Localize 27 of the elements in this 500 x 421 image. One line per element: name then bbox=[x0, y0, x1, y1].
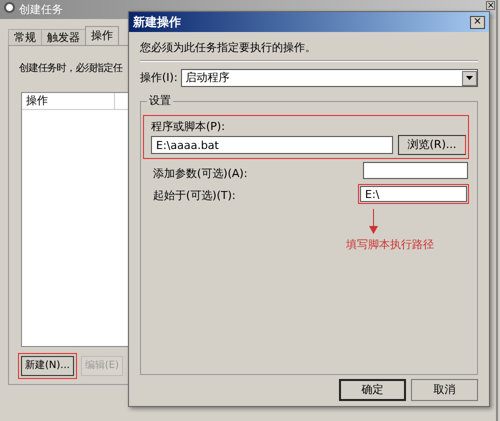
dialog-title: 新建操作 bbox=[133, 14, 181, 31]
window-title: 创建任务 bbox=[19, 2, 63, 18]
button[interactable]: 取消 bbox=[411, 379, 478, 401]
program-field[interactable]: E:\aaaa.bat bbox=[151, 136, 393, 154]
clock-icon bbox=[4, 2, 15, 13]
field-label: 添加参数(可选)(A): bbox=[153, 166, 248, 182]
close-button[interactable]: × bbox=[486, 1, 495, 10]
tab[interactable]: 操作 bbox=[85, 26, 119, 45]
dropdown-button[interactable] bbox=[462, 70, 477, 86]
field-label: 程序或脚本(P): bbox=[151, 119, 225, 135]
instruction-text: 您必须为此任务指定要执行的操作。 bbox=[140, 40, 317, 56]
arguments-field[interactable] bbox=[363, 162, 468, 179]
caret-icon bbox=[466, 76, 473, 80]
browse-button[interactable]: 浏览(R)... bbox=[398, 135, 466, 155]
tab[interactable]: 常规 bbox=[8, 29, 42, 45]
field-label: 操作(I): bbox=[140, 70, 178, 86]
column-header[interactable]: 操作 bbox=[22, 93, 115, 109]
button[interactable]: 新建(N)... bbox=[18, 353, 77, 379]
action-dropdown[interactable]: 启动程序 bbox=[180, 69, 478, 87]
button[interactable]: 确定 bbox=[339, 379, 406, 401]
annotation-text: 填写脚本执行路径 bbox=[346, 237, 434, 253]
tab[interactable]: 触发器 bbox=[41, 29, 86, 45]
field-label: 起始于(可选)(T): bbox=[153, 188, 236, 204]
start-in-field[interactable]: E:\ bbox=[358, 184, 469, 204]
arrow-icon bbox=[369, 209, 378, 234]
close-button[interactable]: × bbox=[470, 16, 485, 28]
description-text: 创建任务时，必须指定任 bbox=[19, 62, 122, 76]
